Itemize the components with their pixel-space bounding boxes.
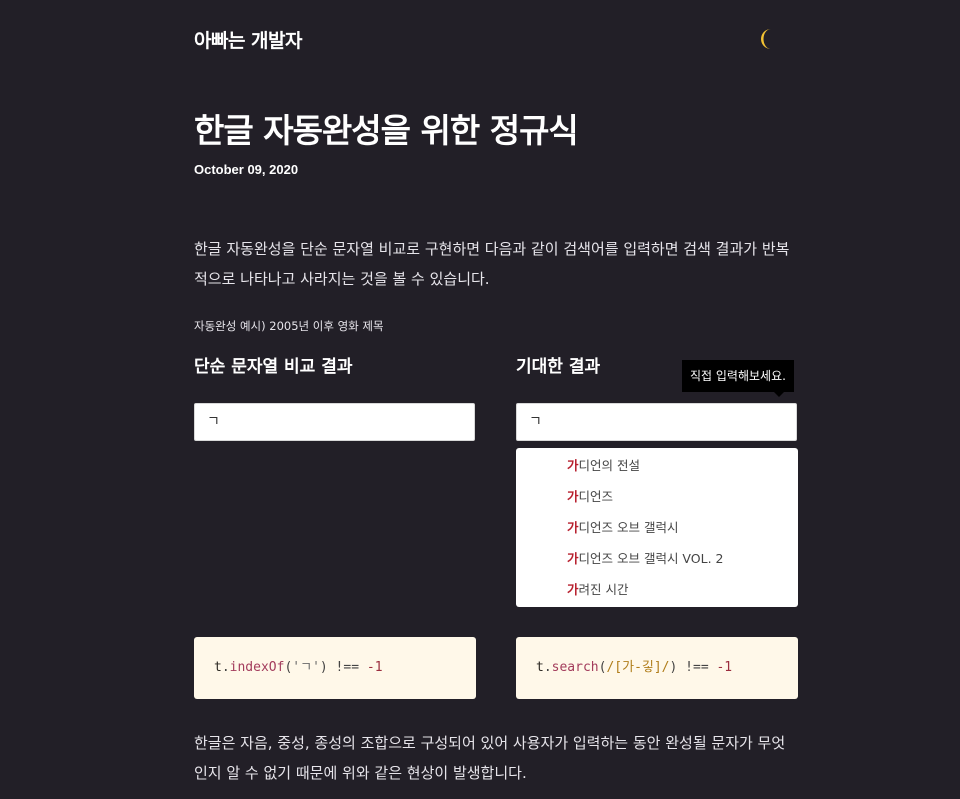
autocomplete-item[interactable]: 가디언즈 <box>556 481 798 512</box>
code-function: indexOf <box>229 660 285 675</box>
item-text: 디언즈 <box>578 489 614 504</box>
code-object: t <box>214 660 222 675</box>
match-text: 가 <box>567 489 579 504</box>
match-text: 가 <box>567 551 579 566</box>
theme-toggle-button[interactable] <box>760 28 780 50</box>
regex-search-input[interactable]: ㄱ <box>516 403 797 441</box>
code-dot: . <box>221 660 230 675</box>
tooltip: 직접 입력해보세요. <box>682 360 794 397</box>
post-date: October 09, 2020 <box>194 162 299 177</box>
item-text: 디언즈 오브 갤럭시 VOL. 2 <box>578 551 724 566</box>
match-text: 가 <box>567 582 579 597</box>
post-title: 한글 자동완성을 위한 정규식 <box>194 111 579 150</box>
code-number: -1 <box>716 660 733 675</box>
intro-paragraph: 한글 자동완성을 단순 문자열 비교로 구현하면 다음과 같이 검색어를 입력하… <box>194 240 790 288</box>
item-text: 디언의 전설 <box>578 458 640 473</box>
match-text: 가 <box>567 520 579 535</box>
simple-search-input[interactable]: ㄱ <box>194 403 475 441</box>
code-number: -1 <box>366 660 383 675</box>
code-function: search <box>551 660 599 675</box>
crescent-moon-icon <box>761 29 771 49</box>
autocomplete-item[interactable]: 가디언즈 오브 갤럭시 <box>556 512 798 543</box>
expected-result-heading: 기대한 결과 <box>516 357 601 377</box>
conclusion-paragraph: 한글은 자음, 중성, 종성의 조합으로 구성되어 있어 사용자가 입력하는 동… <box>194 734 786 782</box>
autocomplete-item[interactable]: 가디언의 전설 <box>556 450 798 481</box>
autocomplete-list: 가디언의 전설 가디언즈 가디언즈 오브 갤럭시 가디언즈 오브 갤럭시 VOL… <box>516 448 798 607</box>
example-caption: 자동완성 예시) 2005년 이후 영화 제목 <box>194 319 384 333</box>
code-regex: /[가-깋]/ <box>606 660 670 675</box>
simple-compare-heading: 단순 문자열 비교 결과 <box>194 357 353 377</box>
indexof-code-block: t.indexOf('ㄱ') !== -1 <box>194 637 476 699</box>
match-text: 가 <box>567 458 579 473</box>
site-title[interactable]: 아빠는 개발자 <box>194 26 303 53</box>
code-operator: !== <box>677 660 717 675</box>
item-text: 려진 시간 <box>578 582 629 597</box>
autocomplete-item[interactable]: 가려진 시간 <box>556 574 798 605</box>
autocomplete-item[interactable]: 가디언즈 오브 갤럭시 VOL. 2 <box>556 543 798 574</box>
code-argument: 'ㄱ' <box>292 660 320 675</box>
item-text: 디언즈 오브 갤럭시 <box>578 520 679 535</box>
code-object: t <box>536 660 544 675</box>
code-dot: . <box>543 660 552 675</box>
code-paren-close: ) <box>319 660 328 675</box>
code-operator: !== <box>327 660 367 675</box>
search-code-block: t.search(/[가-깋]/) !== -1 <box>516 637 798 699</box>
